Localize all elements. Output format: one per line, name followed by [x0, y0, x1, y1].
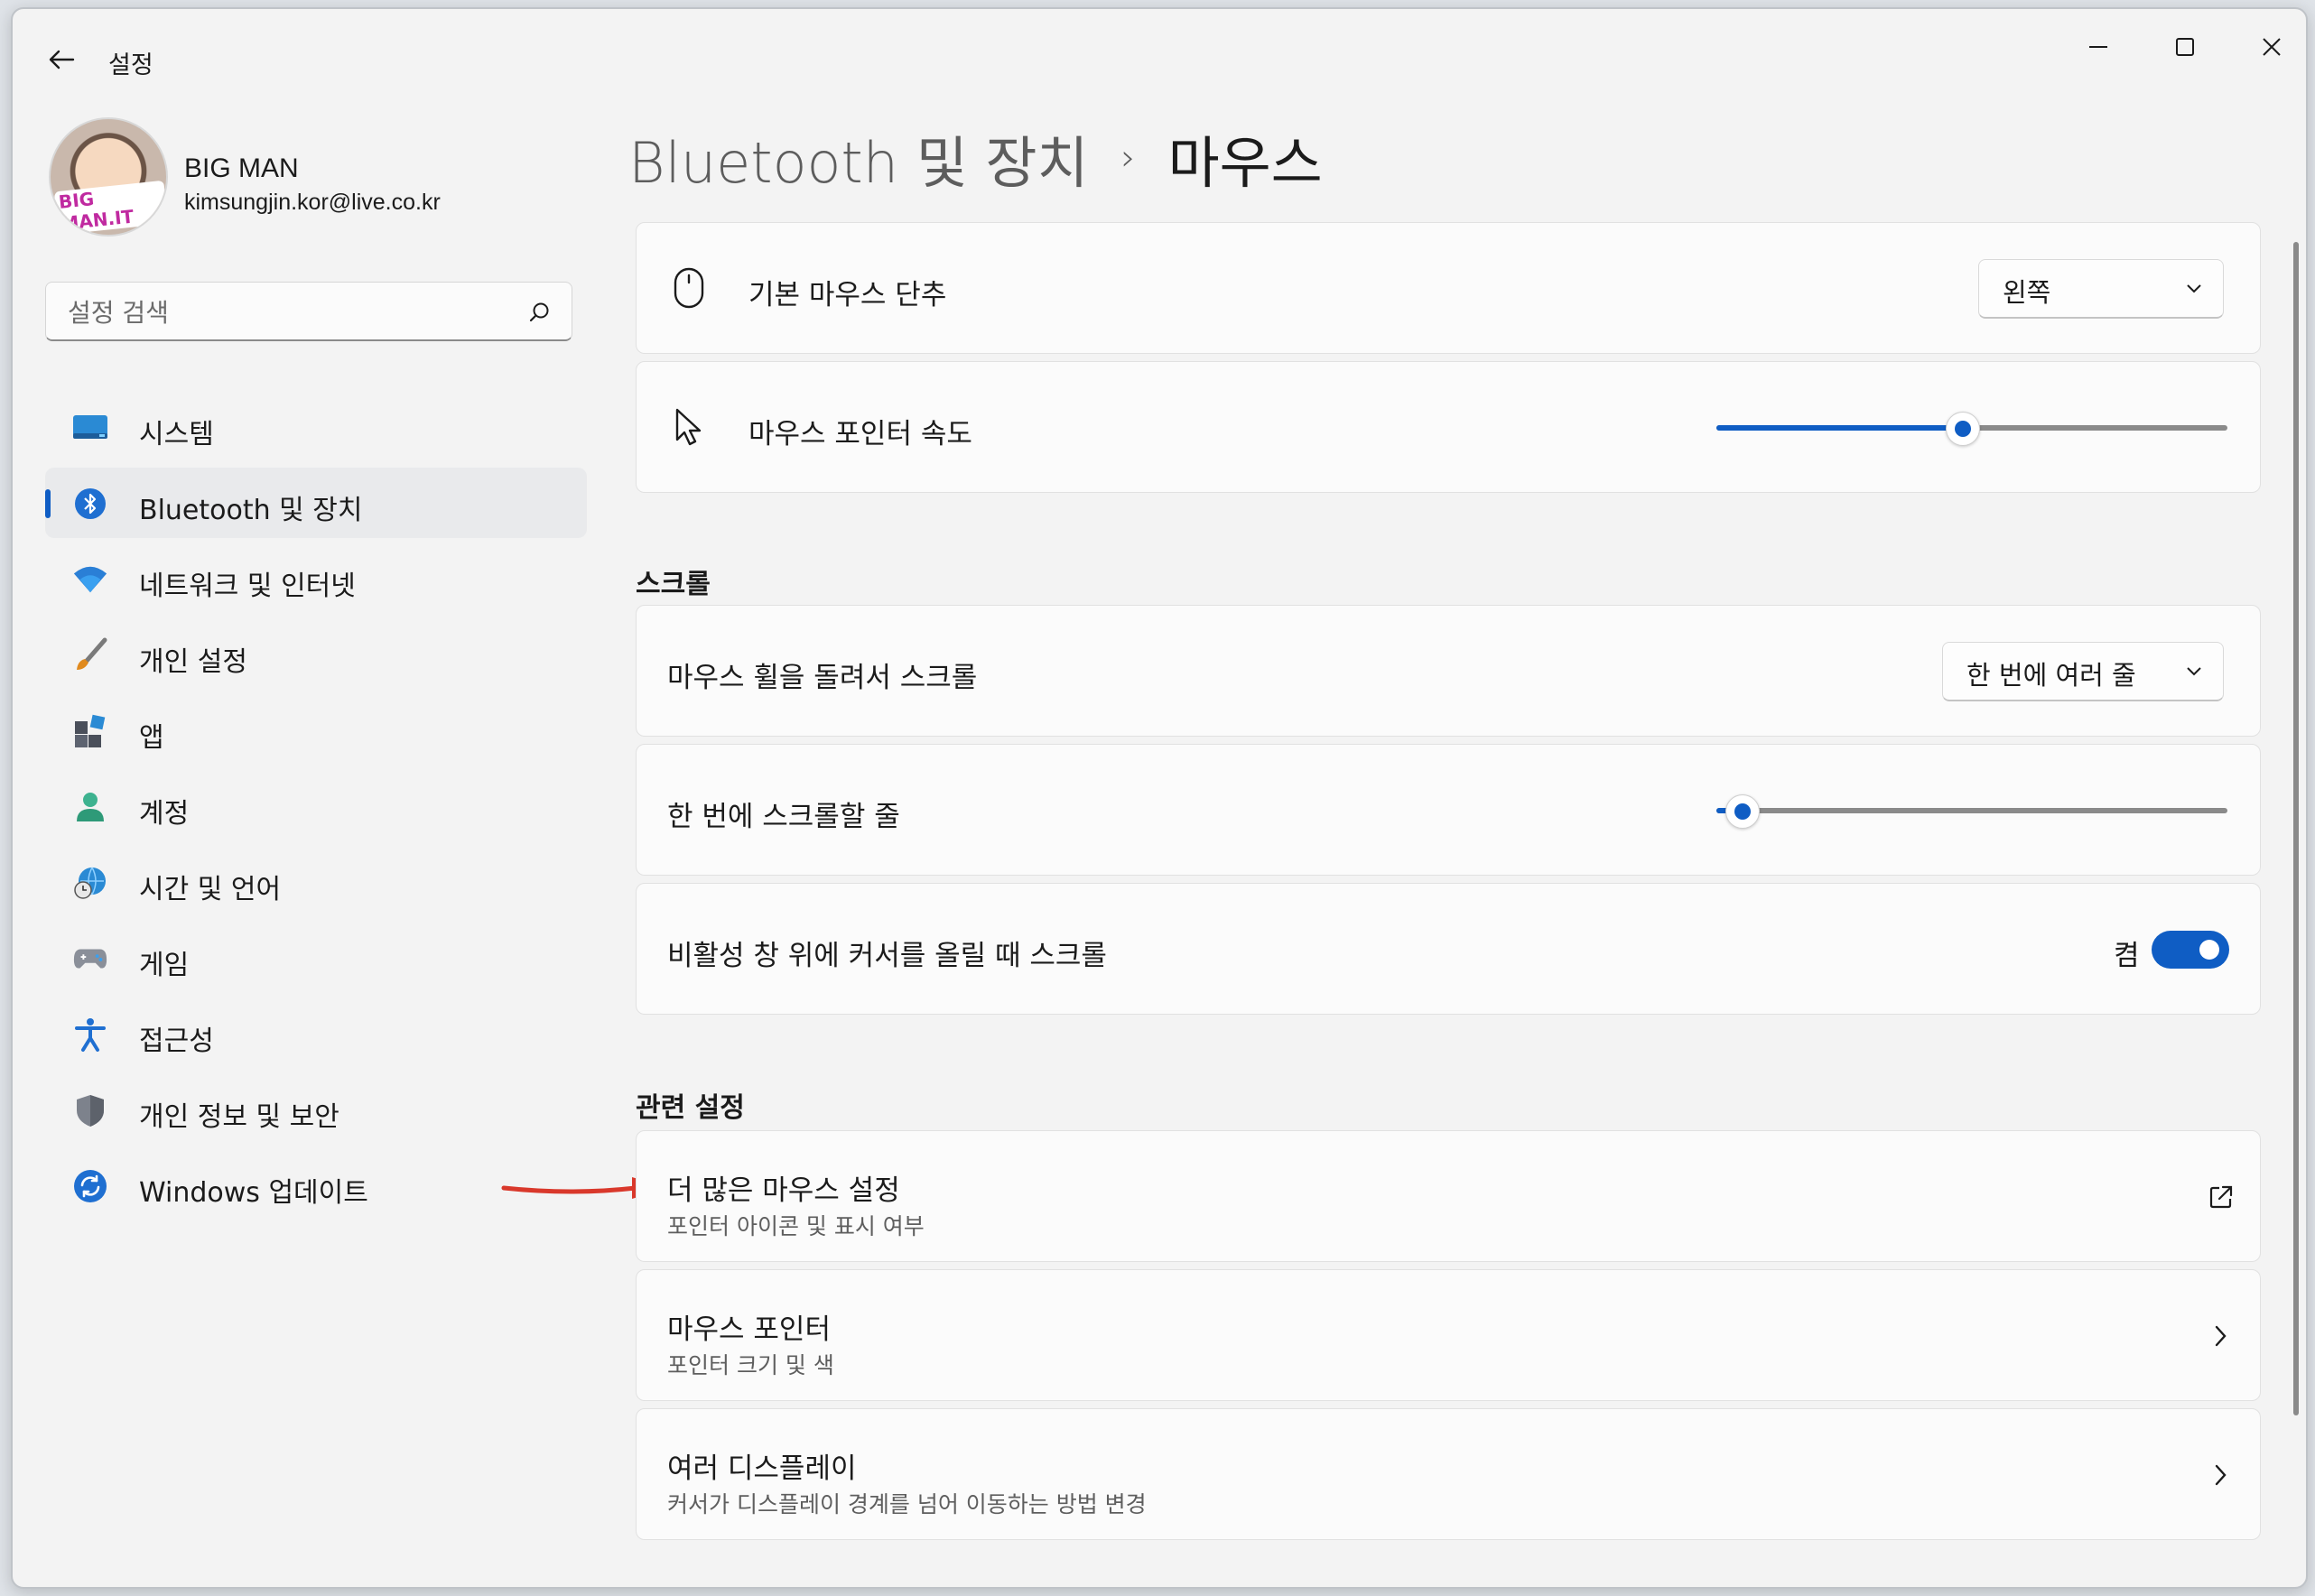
- more-mouse-settings-link[interactable]: 더 많은 마우스 설정 포인터 아이콘 및 표시 여부: [636, 1130, 2261, 1262]
- sidebar-item-label: 네트워크 및 인터넷: [139, 571, 356, 602]
- back-arrow-icon: [49, 50, 75, 70]
- slider-thumb[interactable]: [1946, 412, 1980, 446]
- sidebar-item-label: 게임: [139, 950, 190, 981]
- sidebar-item-accounts[interactable]: 계정: [45, 771, 587, 841]
- lines-per-scroll-label: 한 번에 스크롤할 줄: [667, 801, 900, 833]
- gamepad-icon: [72, 941, 108, 977]
- link-title: 마우스 포인터: [667, 1313, 831, 1346]
- account-icon: [72, 789, 108, 825]
- cursor-icon: [675, 408, 702, 446]
- sidebar-item-label: 시스템: [139, 419, 214, 450]
- avatar-badge: BIG MAN.IT: [53, 180, 166, 235]
- brush-icon: [72, 637, 108, 673]
- pointer-speed-card: 마우스 포인터 속도: [636, 361, 2261, 493]
- wheel-scroll-card: 마우스 휠을 돌려서 스크롤 한 번에 여러 줄: [636, 605, 2261, 737]
- inactive-scroll-card: 비활성 창 위에 커서를 올릴 때 스크롤 켬: [636, 883, 2261, 1015]
- toggle-state-label: 켬: [2114, 940, 2140, 972]
- wheel-scroll-label: 마우스 휠을 돌려서 스크롤: [667, 662, 978, 694]
- minimize-button[interactable]: [2055, 18, 2142, 76]
- link-subtitle: 커서가 디스플레이 경계를 넘어 이동하는 방법 변경: [667, 1491, 1147, 1517]
- breadcrumb-separator: ›: [1120, 137, 1136, 179]
- wifi-icon: [72, 561, 108, 598]
- pointer-speed-slider[interactable]: [1716, 412, 2227, 446]
- sidebar-item-bluetooth[interactable]: Bluetooth 및 장치: [45, 468, 587, 538]
- primary-button-label: 기본 마우스 단추: [748, 279, 947, 311]
- sidebar-item-label: 개인 설정: [139, 646, 247, 678]
- apps-icon: [72, 713, 108, 749]
- slider-fill: [1716, 425, 1962, 431]
- sidebar-item-label: 앱: [139, 722, 164, 754]
- settings-search-box[interactable]: [45, 282, 572, 341]
- lines-per-scroll-slider[interactable]: [1716, 794, 2227, 829]
- search-icon: [529, 302, 549, 322]
- sidebar-item-label: Windows 업데이트: [139, 1177, 368, 1209]
- link-subtitle: 포인터 크기 및 색: [667, 1352, 834, 1378]
- globe-clock-icon: [72, 865, 108, 901]
- back-button[interactable]: [42, 40, 81, 79]
- primary-button-dropdown[interactable]: 왼쪽: [1978, 259, 2224, 319]
- multiple-displays-link[interactable]: 여러 디스플레이 커서가 디스플레이 경계를 넘어 이동하는 방법 변경: [636, 1408, 2261, 1540]
- minimize-icon: [2089, 46, 2107, 48]
- sidebar-item-label: 접근성: [139, 1025, 214, 1057]
- update-icon: [72, 1168, 108, 1204]
- sidebar-item-label: 시간 및 언어: [139, 874, 282, 905]
- link-title: 더 많은 마우스 설정: [667, 1174, 900, 1207]
- scrollbar[interactable]: [2293, 242, 2299, 1415]
- related-section-title: 관련 설정: [636, 1092, 745, 1124]
- lines-per-scroll-card: 한 번에 스크롤할 줄: [636, 744, 2261, 876]
- sidebar-item-apps[interactable]: 앱: [45, 695, 587, 766]
- app-title: 설정: [108, 51, 153, 79]
- inactive-scroll-label: 비활성 창 위에 커서를 올릴 때 스크롤: [667, 940, 1107, 972]
- sidebar-item-gaming[interactable]: 게임: [45, 923, 587, 993]
- scroll-section-title: 스크롤: [636, 569, 711, 600]
- close-icon: [2263, 38, 2281, 56]
- page-title: 마우스: [1167, 130, 1323, 196]
- title-bar: 설정: [13, 9, 2306, 99]
- sidebar-item-system[interactable]: 시스템: [45, 392, 587, 462]
- maximize-icon: [2176, 38, 2194, 56]
- mouse-icon: [674, 267, 704, 309]
- chevron-right-icon: [2215, 1325, 2227, 1347]
- settings-window: 설정 BIG MAN.IT BIG MAN kimsungjin.kor@liv…: [11, 7, 2308, 1589]
- shield-icon: [72, 1092, 108, 1128]
- chevron-down-icon: [2187, 284, 2201, 293]
- system-icon: [72, 410, 108, 446]
- mouse-pointer-link[interactable]: 마우스 포인터 포인터 크기 및 색: [636, 1269, 2261, 1401]
- inactive-scroll-toggle[interactable]: [2152, 931, 2229, 969]
- accessibility-icon: [72, 1016, 108, 1053]
- slider-thumb[interactable]: [1725, 794, 1760, 829]
- breadcrumb: Bluetooth 및 장치 › 마우스: [628, 117, 1323, 199]
- maximize-button[interactable]: [2142, 18, 2228, 76]
- avatar[interactable]: BIG MAN.IT: [49, 117, 168, 237]
- bluetooth-icon: [72, 486, 108, 522]
- close-button[interactable]: [2228, 18, 2306, 76]
- chevron-right-icon: [2215, 1464, 2227, 1486]
- sidebar-item-label: Bluetooth 및 장치: [139, 495, 363, 526]
- link-subtitle: 포인터 아이콘 및 표시 여부: [667, 1213, 925, 1239]
- sidebar-item-privacy[interactable]: 개인 정보 및 보안: [45, 1074, 587, 1145]
- search-input[interactable]: [66, 292, 521, 333]
- dropdown-value: 한 번에 여러 줄: [1966, 660, 2136, 691]
- sidebar-item-label: 개인 정보 및 보안: [139, 1101, 339, 1133]
- chevron-down-icon: [2187, 667, 2201, 676]
- sidebar-item-accessibility[interactable]: 접근성: [45, 998, 587, 1069]
- primary-button-card: 기본 마우스 단추 왼쪽: [636, 222, 2261, 354]
- user-name: BIG MAN: [184, 153, 299, 183]
- sidebar-item-network[interactable]: 네트워크 및 인터넷: [45, 543, 587, 614]
- external-link-icon: [2209, 1185, 2233, 1209]
- active-indicator: [45, 489, 51, 518]
- user-email: kimsungjin.kor@live.co.kr: [184, 190, 441, 215]
- sidebar-item-personalization[interactable]: 개인 설정: [45, 619, 587, 690]
- breadcrumb-parent[interactable]: Bluetooth 및 장치: [628, 117, 1089, 199]
- pointer-speed-label: 마우스 포인터 속도: [748, 418, 972, 450]
- link-title: 여러 디스플레이: [667, 1452, 857, 1485]
- sidebar-item-label: 계정: [139, 798, 190, 830]
- dropdown-value: 왼쪽: [2003, 277, 2051, 308]
- wheel-scroll-dropdown[interactable]: 한 번에 여러 줄: [1942, 642, 2224, 701]
- sidebar-item-time-language[interactable]: 시간 및 언어: [45, 847, 587, 917]
